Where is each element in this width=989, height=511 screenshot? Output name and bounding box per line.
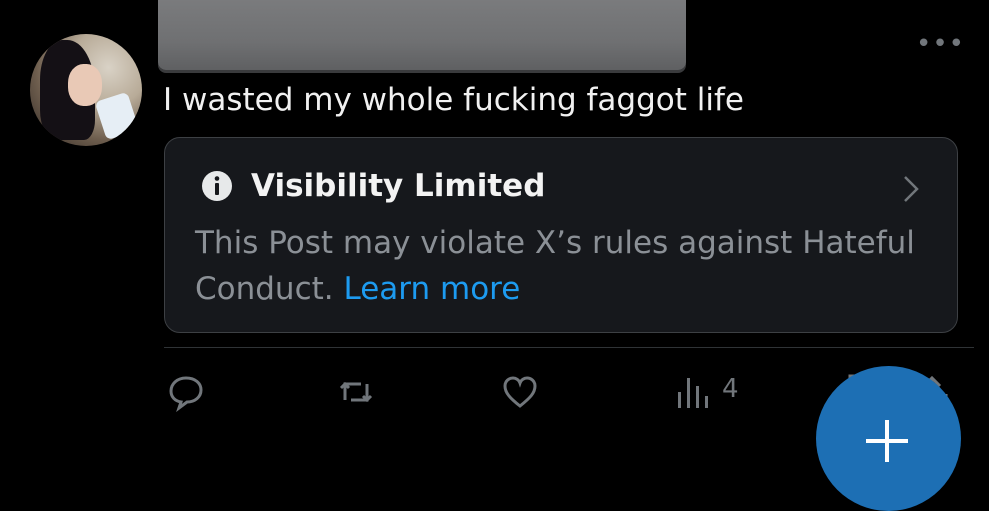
like-icon[interactable] xyxy=(500,372,540,412)
more-options-button[interactable]: ••• xyxy=(916,31,964,57)
views-count: 4 xyxy=(722,374,739,404)
visibility-notice[interactable]: Visibility Limited This Post may violate… xyxy=(164,137,958,333)
compose-post-button[interactable] xyxy=(816,366,961,511)
notice-body: This Post may violate X’s rules against … xyxy=(195,220,915,312)
notice-title: Visibility Limited xyxy=(251,168,546,204)
avatar-face xyxy=(68,64,102,106)
reply-icon[interactable] xyxy=(166,372,206,412)
avatar-cup xyxy=(94,91,140,141)
plus-icon xyxy=(866,420,908,462)
redacted-content-block xyxy=(158,0,686,70)
learn-more-link[interactable]: Learn more xyxy=(344,271,521,307)
notice-body-text: This Post may violate X’s rules against … xyxy=(195,225,915,307)
views-icon[interactable] xyxy=(674,372,714,412)
post-text: I wasted my whole fucking faggot life xyxy=(163,82,744,118)
info-icon xyxy=(202,171,232,201)
chevron-right-icon xyxy=(904,176,919,202)
repost-icon[interactable] xyxy=(336,372,376,412)
avatar[interactable] xyxy=(30,34,142,146)
divider xyxy=(164,347,974,348)
